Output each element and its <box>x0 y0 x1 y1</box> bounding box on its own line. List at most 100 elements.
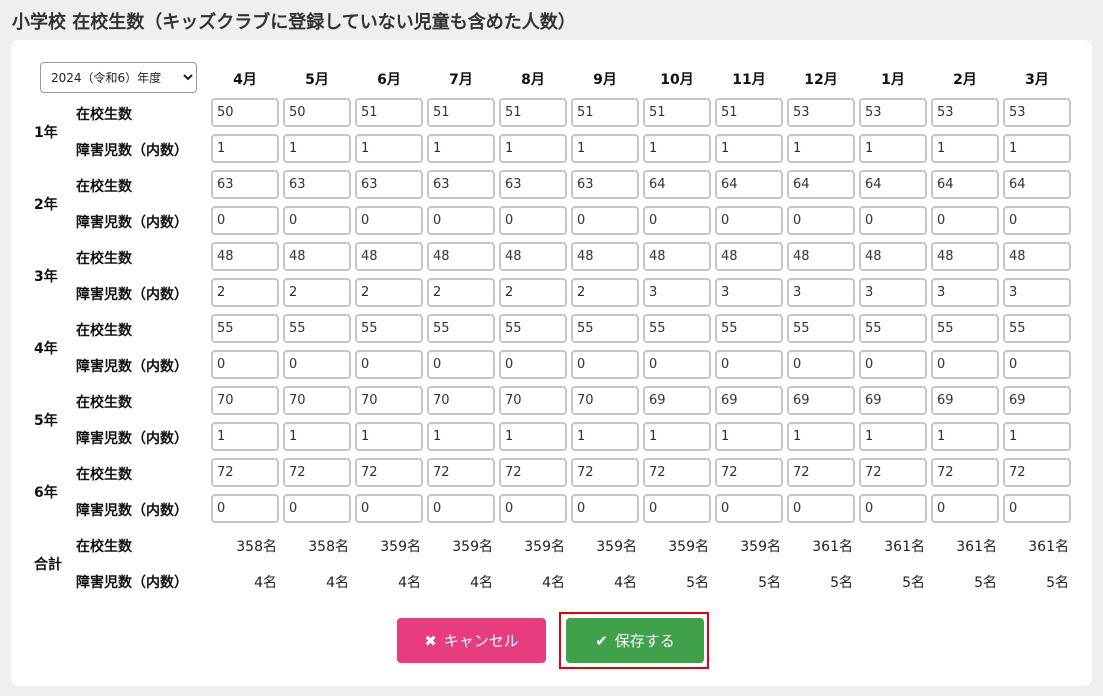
disabled-count-input[interactable] <box>1003 278 1071 307</box>
enrolled-count-input[interactable] <box>355 170 423 199</box>
enrolled-count-input[interactable] <box>427 386 495 415</box>
disabled-count-input[interactable] <box>787 350 855 379</box>
enrolled-count-input[interactable] <box>643 314 711 343</box>
enrolled-count-input[interactable] <box>211 242 279 271</box>
cancel-button[interactable]: ✖ キャンセル <box>397 618 546 663</box>
enrolled-count-input[interactable] <box>427 98 495 127</box>
enrolled-count-input[interactable] <box>283 458 351 487</box>
disabled-count-input[interactable] <box>643 350 711 379</box>
enrolled-count-input[interactable] <box>1003 98 1071 127</box>
enrolled-count-input[interactable] <box>571 242 639 271</box>
disabled-count-input[interactable] <box>499 494 567 523</box>
disabled-count-input[interactable] <box>715 134 783 163</box>
enrolled-count-input[interactable] <box>859 170 927 199</box>
disabled-count-input[interactable] <box>355 494 423 523</box>
enrolled-count-input[interactable] <box>715 458 783 487</box>
disabled-count-input[interactable] <box>499 206 567 235</box>
enrolled-count-input[interactable] <box>859 386 927 415</box>
enrolled-count-input[interactable] <box>715 170 783 199</box>
enrolled-count-input[interactable] <box>931 170 999 199</box>
disabled-count-input[interactable] <box>283 350 351 379</box>
enrolled-count-input[interactable] <box>427 458 495 487</box>
disabled-count-input[interactable] <box>643 206 711 235</box>
disabled-count-input[interactable] <box>1003 422 1071 451</box>
disabled-count-input[interactable] <box>211 134 279 163</box>
enrolled-count-input[interactable] <box>571 314 639 343</box>
disabled-count-input[interactable] <box>715 278 783 307</box>
enrolled-count-input[interactable] <box>571 98 639 127</box>
enrolled-count-input[interactable] <box>211 314 279 343</box>
enrolled-count-input[interactable] <box>787 242 855 271</box>
enrolled-count-input[interactable] <box>1003 242 1071 271</box>
disabled-count-input[interactable] <box>355 422 423 451</box>
enrolled-count-input[interactable] <box>355 458 423 487</box>
enrolled-count-input[interactable] <box>499 98 567 127</box>
disabled-count-input[interactable] <box>643 422 711 451</box>
disabled-count-input[interactable] <box>859 206 927 235</box>
disabled-count-input[interactable] <box>571 278 639 307</box>
enrolled-count-input[interactable] <box>643 242 711 271</box>
enrolled-count-input[interactable] <box>283 98 351 127</box>
disabled-count-input[interactable] <box>787 422 855 451</box>
disabled-count-input[interactable] <box>283 278 351 307</box>
disabled-count-input[interactable] <box>499 278 567 307</box>
disabled-count-input[interactable] <box>571 350 639 379</box>
enrolled-count-input[interactable] <box>283 314 351 343</box>
enrolled-count-input[interactable] <box>571 170 639 199</box>
enrolled-count-input[interactable] <box>355 98 423 127</box>
enrolled-count-input[interactable] <box>715 242 783 271</box>
disabled-count-input[interactable] <box>427 422 495 451</box>
enrolled-count-input[interactable] <box>787 314 855 343</box>
disabled-count-input[interactable] <box>931 494 999 523</box>
disabled-count-input[interactable] <box>931 422 999 451</box>
disabled-count-input[interactable] <box>571 206 639 235</box>
enrolled-count-input[interactable] <box>355 314 423 343</box>
disabled-count-input[interactable] <box>787 278 855 307</box>
enrolled-count-input[interactable] <box>715 98 783 127</box>
disabled-count-input[interactable] <box>1003 206 1071 235</box>
disabled-count-input[interactable] <box>715 422 783 451</box>
disabled-count-input[interactable] <box>355 206 423 235</box>
enrolled-count-input[interactable] <box>643 458 711 487</box>
enrolled-count-input[interactable] <box>715 386 783 415</box>
enrolled-count-input[interactable] <box>643 98 711 127</box>
disabled-count-input[interactable] <box>211 422 279 451</box>
disabled-count-input[interactable] <box>211 350 279 379</box>
enrolled-count-input[interactable] <box>283 170 351 199</box>
disabled-count-input[interactable] <box>859 134 927 163</box>
disabled-count-input[interactable] <box>283 494 351 523</box>
disabled-count-input[interactable] <box>1003 494 1071 523</box>
disabled-count-input[interactable] <box>931 134 999 163</box>
disabled-count-input[interactable] <box>643 278 711 307</box>
enrolled-count-input[interactable] <box>715 314 783 343</box>
enrolled-count-input[interactable] <box>283 242 351 271</box>
disabled-count-input[interactable] <box>211 494 279 523</box>
disabled-count-input[interactable] <box>859 350 927 379</box>
enrolled-count-input[interactable] <box>499 170 567 199</box>
enrolled-count-input[interactable] <box>211 170 279 199</box>
disabled-count-input[interactable] <box>787 206 855 235</box>
disabled-count-input[interactable] <box>427 494 495 523</box>
enrolled-count-input[interactable] <box>211 386 279 415</box>
enrolled-count-input[interactable] <box>499 242 567 271</box>
enrolled-count-input[interactable] <box>499 314 567 343</box>
disabled-count-input[interactable] <box>283 134 351 163</box>
disabled-count-input[interactable] <box>571 422 639 451</box>
disabled-count-input[interactable] <box>859 278 927 307</box>
enrolled-count-input[interactable] <box>787 170 855 199</box>
enrolled-count-input[interactable] <box>427 170 495 199</box>
disabled-count-input[interactable] <box>355 350 423 379</box>
disabled-count-input[interactable] <box>643 494 711 523</box>
enrolled-count-input[interactable] <box>859 458 927 487</box>
enrolled-count-input[interactable] <box>211 98 279 127</box>
disabled-count-input[interactable] <box>1003 350 1071 379</box>
enrolled-count-input[interactable] <box>859 242 927 271</box>
disabled-count-input[interactable] <box>715 494 783 523</box>
enrolled-count-input[interactable] <box>499 458 567 487</box>
enrolled-count-input[interactable] <box>211 458 279 487</box>
disabled-count-input[interactable] <box>715 350 783 379</box>
disabled-count-input[interactable] <box>211 278 279 307</box>
enrolled-count-input[interactable] <box>571 458 639 487</box>
enrolled-count-input[interactable] <box>1003 314 1071 343</box>
disabled-count-input[interactable] <box>427 278 495 307</box>
